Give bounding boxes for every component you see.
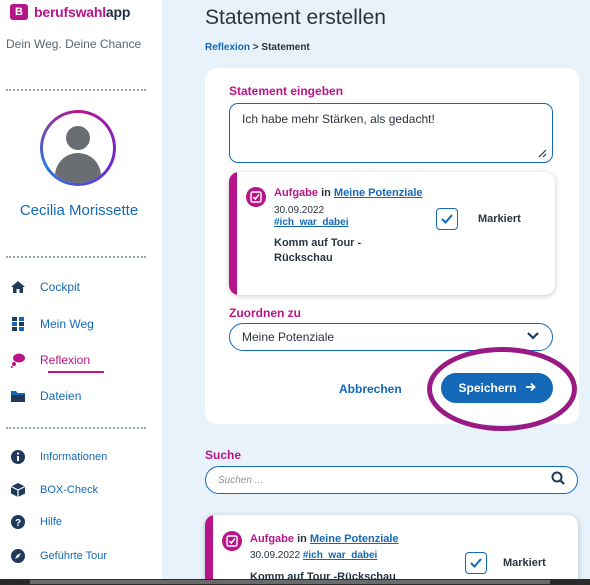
- chevron-down-icon: [526, 330, 540, 344]
- nav-item-informationen[interactable]: Informationen: [10, 449, 107, 465]
- nav-item-reflexion[interactable]: Reflexion: [10, 352, 90, 368]
- nav-item-gefuehrte-tour[interactable]: Geführte Tour: [10, 548, 107, 564]
- nav-item-hilfe[interactable]: ? Hilfe: [10, 514, 62, 530]
- thought-bubble-icon: [10, 352, 26, 368]
- task-category-link[interactable]: Meine Potenziale: [310, 533, 399, 545]
- assign-select-value: Meine Potenziale: [242, 330, 335, 344]
- result-task-card[interactable]: Aufgabe in Meine Potenziale 30.09.2022 #…: [205, 515, 578, 585]
- statement-label: Statement eingeben: [229, 84, 344, 98]
- breadcrumb-current: Statement: [261, 42, 310, 53]
- task-card: Aufgabe in Meine Potenziale 30.09.2022 #…: [229, 172, 555, 295]
- folder-icon: [10, 388, 26, 404]
- scrollbar-thumb[interactable]: [30, 580, 550, 584]
- tagline: Dein Weg. Deine Chance: [6, 37, 142, 51]
- active-indicator: [48, 371, 104, 373]
- path-icon: [10, 316, 26, 332]
- breadcrumb-separator: >: [252, 42, 259, 53]
- search-icon[interactable]: [551, 471, 565, 490]
- avatar[interactable]: [40, 110, 116, 186]
- statement-textarea[interactable]: Ich habe mehr Stärken, als gedacht!: [229, 103, 553, 163]
- compass-icon: [10, 548, 26, 564]
- marked-label: Markiert: [503, 557, 546, 569]
- user-name: Cecilia Morissette: [19, 202, 139, 219]
- task-checkbox-icon: [222, 531, 242, 551]
- task-accent-bar: [205, 515, 213, 585]
- nav-item-mein-weg[interactable]: Mein Weg: [10, 316, 94, 332]
- horizontal-scrollbar[interactable]: [0, 579, 590, 585]
- search-label: Suche: [205, 448, 242, 462]
- divider: [6, 427, 146, 429]
- highlight-annotation-ring: [427, 347, 577, 431]
- task-tag-link[interactable]: #ich_war_dabei: [303, 550, 377, 561]
- nav-item-dateien[interactable]: Dateien: [10, 388, 81, 404]
- divider: [6, 89, 146, 91]
- task-heading: Aufgabe in Meine Potenziale: [250, 533, 399, 545]
- task-heading: Aufgabe in Meine Potenziale: [274, 187, 423, 199]
- nav-item-box-check[interactable]: BOX-Check: [10, 482, 98, 498]
- info-icon: [10, 449, 26, 465]
- svg-text:?: ?: [15, 518, 21, 529]
- resize-handle-icon[interactable]: [537, 147, 547, 158]
- nav-item-cockpit[interactable]: Cockpit: [10, 279, 80, 295]
- marked-checkbox[interactable]: [465, 552, 487, 574]
- task-title: Komm auf Tour -Rückschau: [274, 237, 362, 264]
- cancel-button[interactable]: Abbrechen: [339, 382, 402, 396]
- assign-label: Zuordnen zu: [229, 306, 301, 320]
- task-category-link[interactable]: Meine Potenziale: [334, 187, 423, 199]
- app-logo[interactable]: B berufswahlapp: [10, 4, 130, 20]
- task-date: 30.09.2022 #ich_war_dabei: [250, 550, 378, 561]
- task-date: 30.09.2022: [274, 205, 325, 216]
- sidebar: B berufswahlapp Dein Weg. Deine Chance C…: [0, 0, 162, 585]
- home-icon: [10, 279, 26, 295]
- breadcrumb: Reflexion > Statement: [205, 42, 310, 53]
- search-placeholder: Suchen ...: [218, 474, 264, 486]
- marked-checkbox[interactable]: [436, 208, 458, 230]
- checkmark-icon: [441, 214, 453, 224]
- checkmark-icon: [470, 558, 482, 568]
- search-input[interactable]: Suchen ...: [205, 466, 578, 494]
- statement-text: Ich habe mehr Stärken, als gedacht!: [242, 112, 435, 126]
- app-name: berufswahlapp: [34, 4, 131, 20]
- task-accent-bar: [229, 172, 237, 295]
- page-title: Statement erstellen: [205, 6, 386, 29]
- breadcrumb-link-reflexion[interactable]: Reflexion: [205, 42, 250, 53]
- logo-mark: B: [10, 4, 28, 20]
- task-checkbox-icon: [246, 187, 266, 207]
- box-icon: [10, 482, 26, 498]
- divider: [6, 256, 146, 258]
- task-tag-link[interactable]: #ich_war_dabei: [274, 217, 348, 228]
- help-icon: ?: [10, 514, 26, 530]
- marked-label: Markiert: [478, 213, 521, 225]
